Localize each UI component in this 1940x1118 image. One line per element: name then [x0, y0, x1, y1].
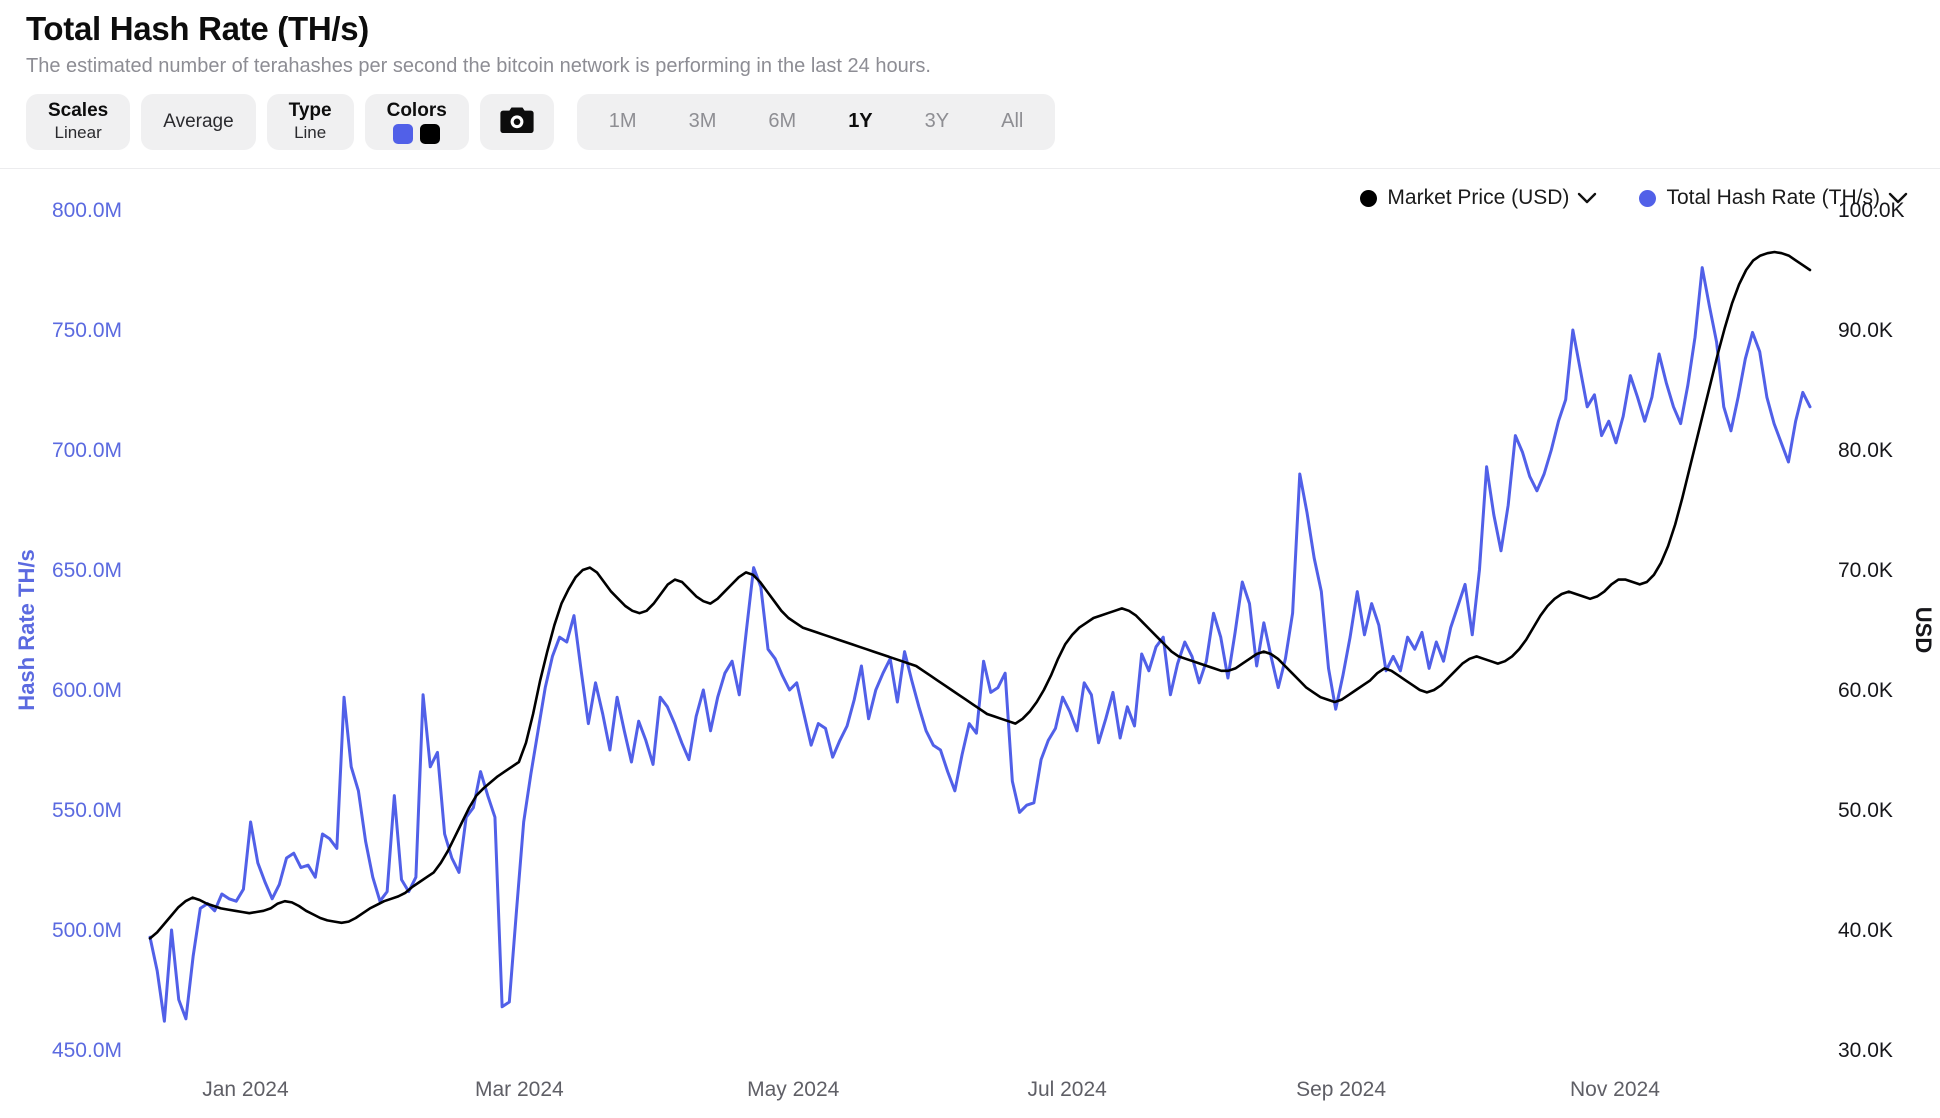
left-axis-tick-label: 750.0M — [52, 319, 122, 342]
right-axis-title: USD — [1911, 607, 1936, 653]
x-axis-ticks: Jan 2024 Mar 2024 May 2024 Jul 2024 Sep 2024… — [202, 1078, 1660, 1101]
range-selector: 1M 3M 6M 1Y 3Y All — [576, 93, 1056, 150]
scales-button-value: Linear — [54, 123, 102, 143]
color-swatch-secondary[interactable] — [420, 124, 441, 145]
chart-toolbar: Scales Linear Average Type Line Colors 1… — [26, 93, 1940, 150]
chart-canvas[interactable]: 450.0M 500.0M 550.0M 600.0M 650.0M 700.0M 750.… — [0, 150, 1940, 1118]
chart-plot-area[interactable]: 450.0M 500.0M 550.0M 600.0M 650.0M 700.0M 750.… — [0, 150, 1940, 1118]
left-axis-ticks: 450.0M 500.0M 550.0M 600.0M 650.0M 700.0M 750.… — [52, 199, 122, 1062]
right-axis-tick-label: 50.0K — [1838, 799, 1893, 822]
colors-swatches — [393, 124, 441, 145]
range-button-3y[interactable]: 3Y — [899, 94, 975, 150]
colors-button-label: Colors — [386, 99, 447, 121]
left-axis-tick-label: 650.0M — [52, 559, 122, 582]
scales-button-label: Scales — [48, 100, 109, 122]
left-axis-tick-label: 500.0M — [52, 919, 122, 942]
left-axis-tick-label: 700.0M — [52, 439, 122, 462]
right-axis-tick-label: 70.0K — [1838, 559, 1893, 582]
type-button[interactable]: Type Line — [266, 93, 354, 150]
range-button-3m[interactable]: 3M — [663, 94, 743, 150]
type-button-label: Type — [288, 100, 332, 122]
range-button-1y[interactable]: 1Y — [822, 94, 898, 150]
average-button[interactable]: Average — [141, 93, 256, 150]
page-title: Total Hash Rate (TH/s) — [26, 10, 369, 47]
axis-titles: Hash Rate TH/s USD — [14, 549, 1936, 710]
x-axis-tick-label: Jul 2024 — [1027, 1078, 1107, 1101]
right-axis-ticks: 30.0K 40.0K 50.0K 60.0K 70.0K 80.0K 90.0K 100.0… — [1838, 199, 1905, 1062]
page-subtitle: The estimated number of terahashes per s… — [26, 54, 931, 77]
x-axis-tick-label: May 2024 — [747, 1078, 840, 1101]
right-axis-tick-label: 40.0K — [1838, 919, 1893, 942]
camera-icon — [500, 107, 534, 137]
left-axis-title: Hash Rate TH/s — [14, 549, 39, 710]
x-axis-tick-label: Mar 2024 — [475, 1078, 564, 1101]
left-axis-tick-label: 550.0M — [52, 799, 122, 822]
scales-button[interactable]: Scales Linear — [26, 93, 131, 150]
series-line-hash-rate — [148, 266, 1812, 1023]
right-axis-tick-label: 30.0K — [1838, 1039, 1893, 1062]
right-axis-tick-label: 90.0K — [1838, 319, 1893, 342]
x-axis-tick-label: Nov 2024 — [1570, 1078, 1660, 1101]
screenshot-button[interactable] — [479, 93, 554, 150]
left-axis-tick-label: 600.0M — [52, 679, 122, 702]
type-button-value: Line — [294, 123, 327, 143]
chart-header: Total Hash Rate (TH/s) The estimated num… — [0, 0, 1940, 78]
left-axis-tick-label: 450.0M — [52, 1039, 122, 1062]
right-axis-tick-label: 60.0K — [1838, 679, 1893, 702]
left-axis-tick-label: 800.0M — [52, 199, 122, 222]
average-button-label: Average — [163, 110, 234, 132]
range-button-6m[interactable]: 6M — [742, 94, 822, 150]
right-axis-tick-label: 80.0K — [1838, 439, 1893, 462]
x-axis-tick-label: Sep 2024 — [1296, 1078, 1386, 1101]
color-swatch-primary[interactable] — [393, 124, 414, 145]
range-button-all[interactable]: All — [975, 94, 1049, 150]
range-button-1m[interactable]: 1M — [583, 94, 663, 150]
x-axis-tick-label: Jan 2024 — [202, 1078, 289, 1101]
colors-button[interactable]: Colors — [364, 93, 469, 150]
right-axis-tick-label: 100.0K — [1838, 199, 1905, 222]
